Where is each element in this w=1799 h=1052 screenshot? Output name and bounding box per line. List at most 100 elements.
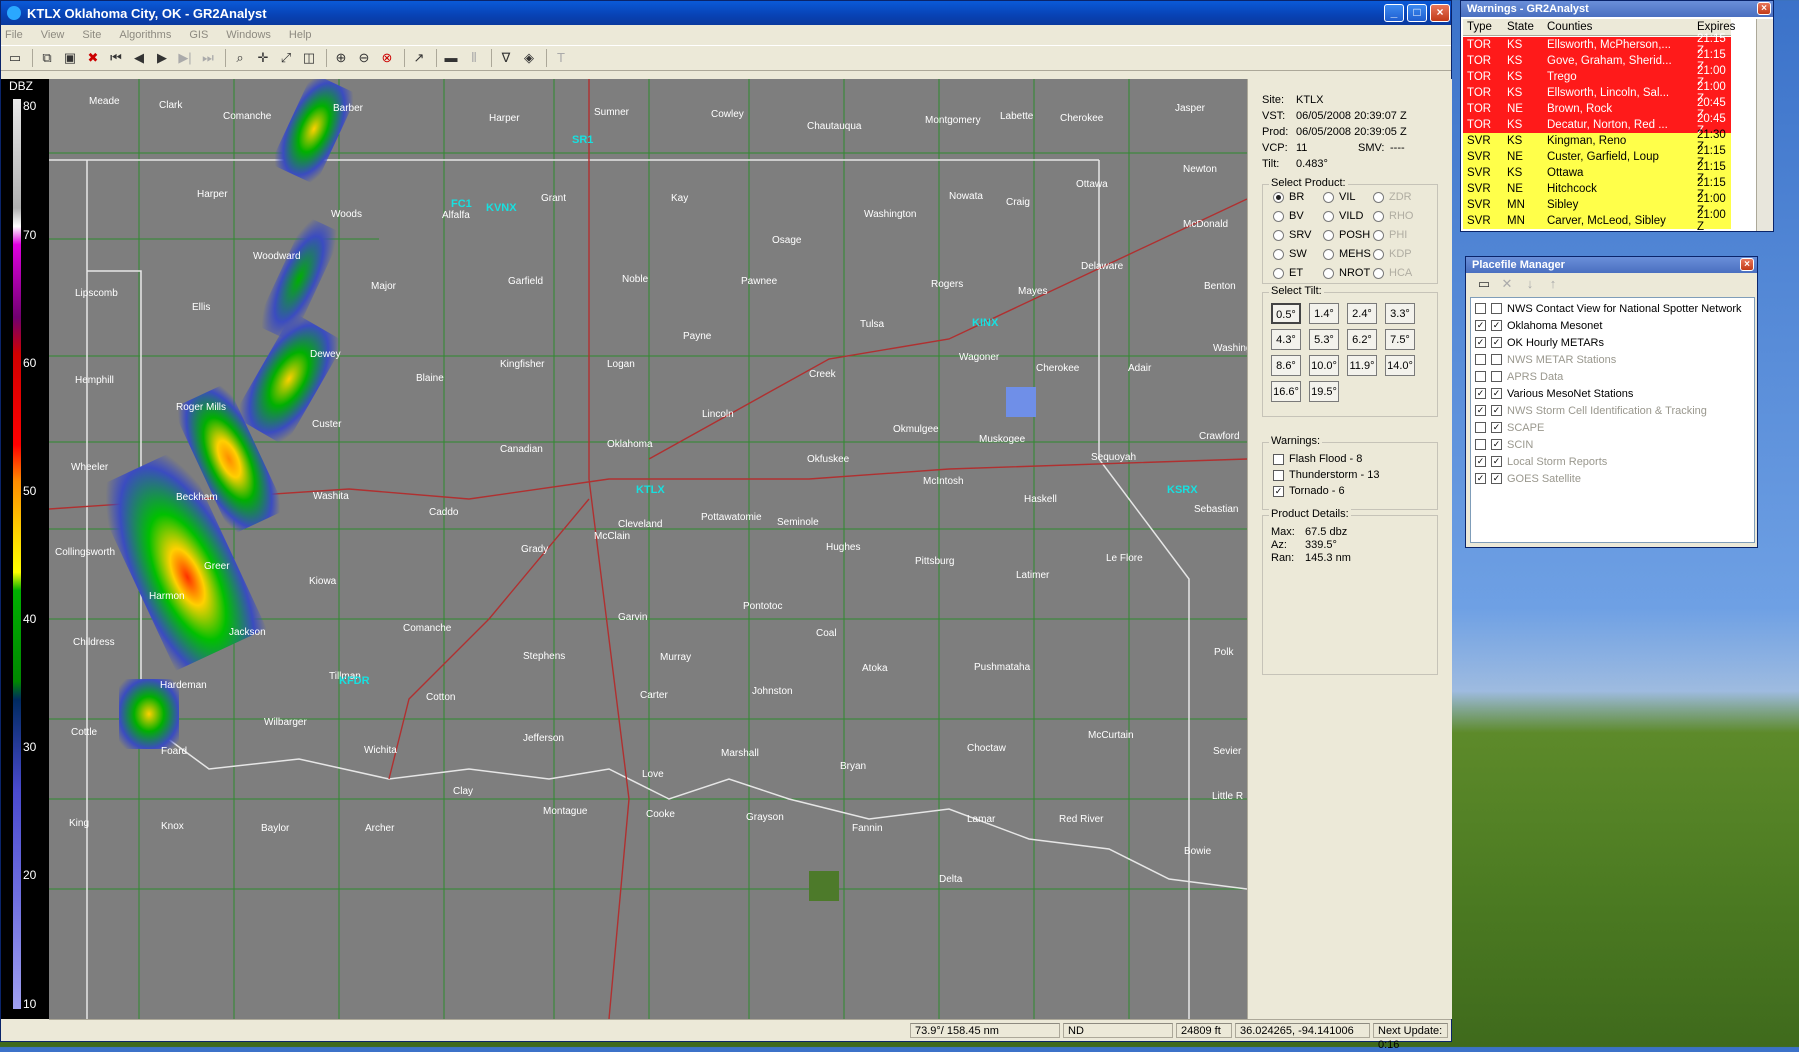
radar-map[interactable]: Meade Clark Comanche Barber Harper Sumner Cowl… — [49, 79, 1247, 1019]
bar-icon[interactable]: ▬ — [443, 50, 459, 66]
move-down-icon[interactable]: ↓ — [1522, 276, 1538, 292]
tilt-button[interactable]: 10.0° — [1309, 355, 1339, 376]
tilt-button[interactable]: 6.2° — [1347, 329, 1377, 350]
warnings-titlebar[interactable]: Warnings - GR2Analyst × — [1461, 1, 1773, 17]
product-radio-vild[interactable]: VILD — [1323, 210, 1363, 222]
product-radio-vil[interactable]: VIL — [1323, 191, 1356, 203]
radio-dot[interactable] — [1273, 210, 1284, 222]
menu-algorithms[interactable]: Algorithms — [119, 29, 171, 41]
delete-icon[interactable]: ✖ — [85, 50, 101, 66]
warning-row[interactable]: TOR KS Trego 21:00 Z — [1463, 65, 1731, 89]
warning-row[interactable]: TOR KS Ellsworth, McPherson,... 21:15 Z — [1463, 33, 1731, 57]
product-radio-nrot[interactable]: NROT — [1323, 267, 1370, 279]
tilt-button[interactable]: 5.3° — [1309, 329, 1339, 350]
placefile-visible-checkbox[interactable]: ✓ — [1491, 320, 1502, 331]
placefile-item[interactable]: APRS Data — [1475, 368, 1563, 385]
col-expires[interactable]: Expires — [1697, 21, 1735, 33]
radio-dot[interactable] — [1373, 248, 1384, 260]
placefile-item[interactable]: ✓ ✓ NWS Storm Cell Identification & Tracki… — [1475, 402, 1707, 419]
product-radio-posh[interactable]: POSH — [1323, 229, 1370, 241]
placefile-item[interactable]: ✓ ✓ OK Hourly METARs — [1475, 334, 1604, 351]
col-state[interactable]: State — [1507, 21, 1534, 33]
product-radio-phi[interactable]: PHI — [1373, 229, 1407, 241]
product-radio-sw[interactable]: SW — [1273, 248, 1307, 260]
radio-dot[interactable] — [1273, 191, 1284, 203]
warning-row[interactable]: SVR MN Sibley 21:00 Z — [1463, 193, 1731, 217]
radio-dot[interactable] — [1323, 248, 1334, 260]
placefile-item[interactable]: NWS Contact View for National Spotter Ne… — [1475, 300, 1742, 317]
first-frame-icon[interactable]: ⏮ — [108, 50, 124, 66]
tilt-button[interactable]: 1.4° — [1309, 303, 1339, 324]
radar-site-label[interactable]: FC1 — [451, 198, 472, 210]
placefile-visible-checkbox[interactable]: ✓ — [1491, 388, 1502, 399]
radar-site-label[interactable]: KINX — [972, 317, 998, 329]
placefile-item[interactable]: ✓ ✓ Various MesoNet Stations — [1475, 385, 1633, 402]
tilt-button[interactable]: 4.3° — [1271, 329, 1301, 350]
placefile-enabled-checkbox[interactable] — [1475, 303, 1486, 314]
placefile-visible-checkbox[interactable]: ✓ — [1491, 456, 1502, 467]
placefile-visible-checkbox[interactable]: ✓ — [1491, 473, 1502, 484]
warning-row[interactable]: SVR NE Custer, Garfield, Loup 21:15 Z — [1463, 145, 1731, 169]
zoom-icon[interactable]: ⌕ — [232, 50, 248, 66]
checkbox-box[interactable] — [1273, 469, 1284, 481]
radio-dot[interactable] — [1323, 191, 1334, 203]
layers-icon[interactable]: ◫ — [301, 50, 317, 66]
warnings-close-button[interactable]: × — [1757, 2, 1771, 15]
placefile-item[interactable]: ✓ ✓ Local Storm Reports — [1475, 453, 1607, 470]
radio-dot[interactable] — [1323, 267, 1334, 279]
minimize-button[interactable]: _ — [1384, 4, 1404, 22]
placefile-item[interactable]: NWS METAR Stations — [1475, 351, 1616, 368]
product-radio-br[interactable]: BR — [1273, 191, 1304, 203]
product-radio-rho[interactable]: RHO — [1373, 210, 1413, 222]
placefile-enabled-checkbox[interactable]: ✓ — [1475, 405, 1486, 416]
diamond-icon[interactable]: ◈ — [521, 50, 537, 66]
placefile-item[interactable]: ✓ SCAPE — [1475, 419, 1544, 436]
split-icon[interactable]: ⫴ — [466, 50, 482, 66]
placefile-enabled-checkbox[interactable]: ✓ — [1475, 473, 1486, 484]
placefile-item[interactable]: ✓ ✓ GOES Satellite — [1475, 470, 1581, 487]
last-frame-icon[interactable]: ⏭ — [200, 50, 216, 66]
radio-dot[interactable] — [1373, 210, 1384, 222]
product-radio-kdp[interactable]: KDP — [1373, 248, 1412, 260]
placefile-visible-checkbox[interactable] — [1491, 303, 1502, 314]
product-radio-mehs[interactable]: MEHS — [1323, 248, 1371, 260]
radio-dot[interactable] — [1373, 191, 1384, 203]
warning-row[interactable]: TOR NE Brown, Rock 20:45 Z — [1463, 97, 1731, 121]
radar-site-label[interactable]: SR1 — [572, 134, 593, 146]
radar-site-label[interactable]: KTLX — [636, 484, 665, 496]
product-radio-bv[interactable]: BV — [1273, 210, 1304, 222]
warning-row[interactable]: SVR KS Kingman, Reno 21:30 Z — [1463, 129, 1731, 153]
open-folder-icon[interactable]: ▭ — [7, 50, 23, 66]
placefile-titlebar[interactable]: Placefile Manager × — [1466, 257, 1757, 273]
menu-help[interactable]: Help — [289, 29, 312, 41]
pan-icon[interactable]: ✛ — [255, 50, 271, 66]
radio-dot[interactable] — [1323, 210, 1334, 222]
text-icon[interactable]: T — [553, 50, 569, 66]
tilt-button[interactable]: 7.5° — [1385, 329, 1415, 350]
warning-row[interactable]: SVR KS Ottawa 21:15 Z — [1463, 161, 1731, 185]
maximize-button[interactable]: □ — [1407, 4, 1427, 22]
warning-row[interactable]: TOR KS Gove, Graham, Sherid... 21:15 Z — [1463, 49, 1731, 73]
tilt-button[interactable]: 0.5° — [1271, 303, 1301, 324]
cursor-icon[interactable]: ↗ — [411, 50, 427, 66]
placefile-visible-checkbox[interactable] — [1491, 371, 1502, 382]
tilt-button[interactable]: 14.0° — [1385, 355, 1415, 376]
placefile-enabled-checkbox[interactable]: ✓ — [1475, 337, 1486, 348]
menu-windows[interactable]: Windows — [226, 29, 271, 41]
warning-row[interactable]: TOR KS Decatur, Norton, Red ... 20:45 Z — [1463, 113, 1731, 137]
play-icon[interactable]: ▶ — [154, 50, 170, 66]
placefile-visible-checkbox[interactable]: ✓ — [1491, 422, 1502, 433]
zoom-in-icon[interactable]: ⊕ — [333, 50, 349, 66]
placefile-visible-checkbox[interactable]: ✓ — [1491, 337, 1502, 348]
main-titlebar[interactable]: KTLX Oklahoma City, OK - GR2Analyst _ □ … — [1, 1, 1451, 25]
zoom-reset-icon[interactable]: ⊗ — [379, 50, 395, 66]
placefile-enabled-checkbox[interactable] — [1475, 371, 1486, 382]
remove-icon[interactable]: ✕ — [1499, 276, 1515, 292]
close-button[interactable]: × — [1430, 4, 1450, 22]
zoom-out-icon[interactable]: ⊖ — [356, 50, 372, 66]
placefile-item[interactable]: ✓ SCIN — [1475, 436, 1533, 453]
step-forward-icon[interactable]: ▶| — [177, 50, 193, 66]
placefile-enabled-checkbox[interactable]: ✓ — [1475, 388, 1486, 399]
placefile-close-button[interactable]: × — [1740, 258, 1754, 271]
product-radio-et[interactable]: ET — [1273, 267, 1303, 279]
